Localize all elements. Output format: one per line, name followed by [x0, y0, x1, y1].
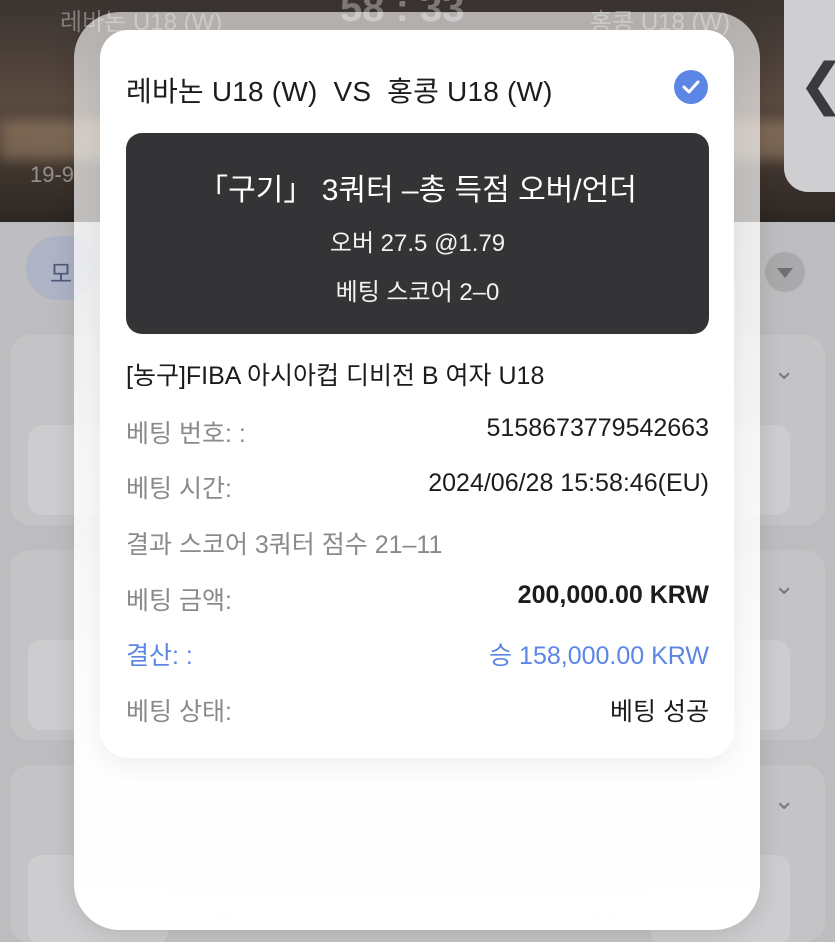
bet-pick: 오버 27.5 @1.79 [329, 230, 506, 257]
bet-status-row: 베팅 상태: 베팅 성공 [126, 692, 709, 726]
match-title: 레바논 U18 (W) VS 홍콩 U18 (W) [126, 76, 553, 107]
bet-time-value: 2024/06/28 15:58:46(EU) [428, 469, 709, 497]
bet-status-value: 베팅 성공 [610, 698, 709, 726]
back-tab[interactable]: ❮ [784, 0, 835, 192]
league-name: [농구]FIBA 아시아컵 디비전 B 여자 U18 [126, 362, 545, 390]
bet-amount-label: 베팅 금액: [126, 587, 232, 615]
quarter-score: 19-9 [30, 162, 75, 187]
chevron-down-icon[interactable]: ⌄ [773, 355, 795, 386]
filter-pill-label: 모 [50, 261, 73, 288]
bet-time-row: 베팅 시간: 2024/06/28 15:58:46(EU) [126, 469, 709, 503]
bet-summary-box: 「구기」 3쿼터 –총 득점 오버/언더 오버 27.5 @1.79 베팅 스코… [126, 133, 709, 334]
bet-market: 「구기」 3쿼터 –총 득점 오버/언더 [198, 174, 637, 207]
bet-number-label: 베팅 번호: : [126, 420, 246, 448]
bet-status-label: 베팅 상태: [126, 698, 232, 726]
chevron-down-icon[interactable]: ⌄ [773, 570, 795, 601]
chevron-left-icon: ❮ [798, 52, 835, 117]
settlement-label: 결산: : [126, 642, 193, 670]
bet-number-row: 베팅 번호: : 5158673779542663 [126, 414, 709, 448]
bet-amount-value: 200,000.00 KRW [517, 581, 709, 609]
result-score: 결과 스코어 3쿼터 점수 21–11 [126, 531, 443, 559]
bet-number-value: 5158673779542663 [486, 414, 709, 442]
settlement-row: 결산: : 승 158,000.00 KRW [126, 636, 709, 670]
dropdown-toggle-icon[interactable] [765, 252, 805, 292]
chevron-down-icon[interactable]: ⌄ [773, 785, 795, 816]
check-icon [674, 70, 708, 104]
bet-score: 베팅 스코어 2–0 [335, 279, 500, 306]
bet-ticket: 레바논 U18 (W) VS 홍콩 U18 (W) 「구기」 3쿼터 –총 득점… [100, 30, 734, 758]
bet-time-label: 베팅 시간: [126, 475, 232, 503]
settlement-value: 승 158,000.00 KRW [489, 642, 709, 670]
bet-amount-row: 베팅 금액: 200,000.00 KRW [126, 581, 709, 615]
